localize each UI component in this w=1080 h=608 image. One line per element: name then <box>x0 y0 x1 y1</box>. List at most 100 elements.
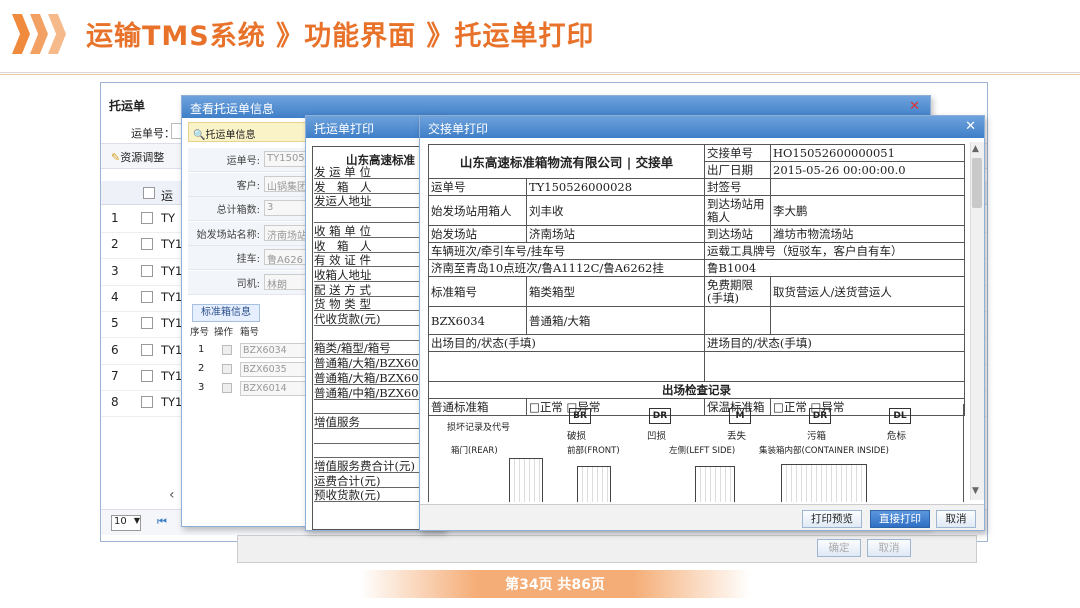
ok-button[interactable]: 确定 <box>817 539 861 557</box>
field-label: 运单号: <box>226 156 260 167</box>
cancel-button[interactable]: 取消 <box>936 510 976 528</box>
box-row-checkbox[interactable] <box>222 364 232 374</box>
damage-code-box: DR <box>809 408 831 424</box>
chevron-decor-icon <box>48 14 66 54</box>
damage-title: 损坏记录及代号 <box>447 423 511 433</box>
origin-label: 始发场站 <box>428 225 527 243</box>
page-indicator: 第34页 共86页 <box>505 577 605 593</box>
close-icon[interactable]: ✕ <box>965 119 976 134</box>
origin-value: 济南场站 <box>525 225 706 243</box>
container-view-label: 左侧(LEFT SIDE) <box>669 446 736 456</box>
adjust-button[interactable]: ✎资源调整 <box>111 149 164 165</box>
box-no-label: 标准箱号 <box>428 276 527 307</box>
info-section-title: 托运单信息 <box>205 130 256 141</box>
row-checkbox[interactable] <box>141 264 153 277</box>
box-tab[interactable]: 标准箱信息 <box>192 304 260 322</box>
field-label: 客户: <box>236 180 260 192</box>
page-size-value: 10 <box>114 516 127 527</box>
print-window-title: 托运单打印 <box>314 122 375 136</box>
field-label: 挂车: <box>236 254 260 265</box>
date-label: 出厂日期 <box>704 161 772 179</box>
print-button[interactable]: 直接打印 <box>870 510 930 528</box>
info-section-header: 🔍托运单信息 <box>188 122 306 142</box>
damage-diagram: 损坏记录及代号 BR 破损 DR 凹损 M 丢失 DR 污箱 DL 危标 箱门(REAR) 前部(F… <box>428 404 964 502</box>
receiver-value: 李大鹏 <box>770 195 966 226</box>
field-label: 司机: <box>236 278 260 290</box>
waybill-label: 运单号： <box>131 127 175 140</box>
box-id-input[interactable]: BZX6035 <box>240 362 308 377</box>
adjust-button-label: 资源调整 <box>120 151 165 164</box>
row-number: 6 <box>111 342 119 357</box>
free-value <box>704 306 772 335</box>
pickup-value <box>770 306 966 335</box>
damage-code-name: 破损 <box>567 431 587 442</box>
damage-code-box: M <box>729 408 751 424</box>
box-row-checkbox[interactable] <box>222 345 232 355</box>
chevron-decor-icon <box>30 14 48 54</box>
field-input[interactable]: 3 <box>264 200 308 216</box>
screenshot-frame: 托运单 运单号： ✎资源调整 运 1 TY 2 TY15 3 TY15 4 TY15 5 TY15… <box>100 82 988 563</box>
box-type-label: 箱类箱型 <box>525 276 706 307</box>
box-id-input[interactable]: BZX6034 <box>240 343 308 358</box>
page-size-select[interactable]: 10 ▼ <box>111 515 141 531</box>
field-input[interactable]: 林朗 <box>264 273 308 290</box>
dest-label: 到达场站 <box>704 225 772 243</box>
handover-company: 山东高速标准箱物流有限公司 | 交接单 <box>428 144 706 179</box>
scroll-up-icon[interactable]: ▲ <box>972 144 979 154</box>
plate-value: 鲁B1004 <box>704 259 966 277</box>
select-all-checkbox[interactable] <box>143 187 155 199</box>
chevron-decor-icon <box>12 14 30 54</box>
row-checkbox[interactable] <box>141 369 153 382</box>
row-checkbox[interactable] <box>141 317 153 330</box>
container-sketch <box>781 464 867 502</box>
preview-button[interactable]: 打印预览 <box>802 510 862 528</box>
chevron-down-icon: ▼ <box>133 516 140 525</box>
inspection-title: 出场检查记录 <box>428 381 966 399</box>
row-checkbox[interactable] <box>141 290 153 303</box>
first-page-icon[interactable]: ⏮ <box>157 515 167 529</box>
field-input[interactable]: 鲁A626 <box>264 249 308 265</box>
pencil-icon: ✎ <box>111 151 121 164</box>
vehicle-label: 车辆班次/牵引车号/挂车号 <box>428 242 706 260</box>
field-input[interactable]: TY1505 <box>264 151 308 167</box>
field-input[interactable]: 济南场站 <box>264 224 308 241</box>
divider <box>0 74 1080 75</box>
col-box: 箱号 <box>240 327 260 338</box>
field-input[interactable]: 山锅集团 <box>264 175 308 192</box>
divider <box>0 72 1080 73</box>
scroll-down-icon[interactable]: ▼ <box>972 486 979 496</box>
handover-window: 交接单打印 ✕ 山东高速标准箱物流有限公司 | 交接单 交接单号 HO1505260… <box>419 115 985 531</box>
cancel-button-back[interactable]: 取消 <box>867 539 911 557</box>
damage-code-box: DR <box>649 408 671 424</box>
row-checkbox[interactable] <box>141 238 153 251</box>
field-label: 总计箱数: <box>216 205 260 216</box>
scroll-left-icon[interactable]: ‹ <box>169 487 175 503</box>
transport-label: 运载工具牌号（短驳车，客户自有车） <box>704 242 966 260</box>
damage-code-name: 污箱 <box>807 431 827 442</box>
dest-value: 潍坊市物流场站 <box>770 225 966 243</box>
main-window-title: 托运单 <box>109 99 146 113</box>
scrollbar-thumb[interactable] <box>972 158 982 208</box>
waybill-no-label: 运单号 <box>428 178 527 196</box>
box-grid-header: 序号 操作 箱号 <box>188 324 306 338</box>
handover-table: 山东高速标准箱物流有限公司 | 交接单 交接单号 HO15052600000051 … <box>428 144 966 416</box>
sender-value: 刘丰收 <box>525 195 706 226</box>
info-window-title: 查看托运单信息 <box>190 102 275 116</box>
row-checkbox[interactable] <box>141 343 153 356</box>
box-row-checkbox[interactable] <box>222 383 232 393</box>
container-sketch <box>695 466 735 502</box>
row-checkbox[interactable] <box>141 396 153 409</box>
date-value: 2015-05-26 00:00:00.0 <box>770 161 966 179</box>
row-checkbox[interactable] <box>141 212 153 224</box>
box-id-input[interactable]: BZX6014 <box>240 381 308 396</box>
handover-window-titlebar: 交接单打印 <box>420 116 984 138</box>
handover-doc: 山东高速标准箱物流有限公司 | 交接单 交接单号 HO15052600000051 … <box>428 144 966 502</box>
close-icon[interactable]: ✕ <box>909 99 920 114</box>
damage-code-name: 凹损 <box>647 431 667 442</box>
col-op: 操作 <box>214 327 234 338</box>
damage-code-name: 危标 <box>887 431 907 442</box>
slide-title: 运输TMS系统 》功能界面 》托运单打印 <box>86 21 595 52</box>
pickup-label: 取货营运人/送货营运人 <box>770 276 966 307</box>
handover-no: HO15052600000051 <box>770 144 966 162</box>
row-number: 3 <box>111 263 119 278</box>
